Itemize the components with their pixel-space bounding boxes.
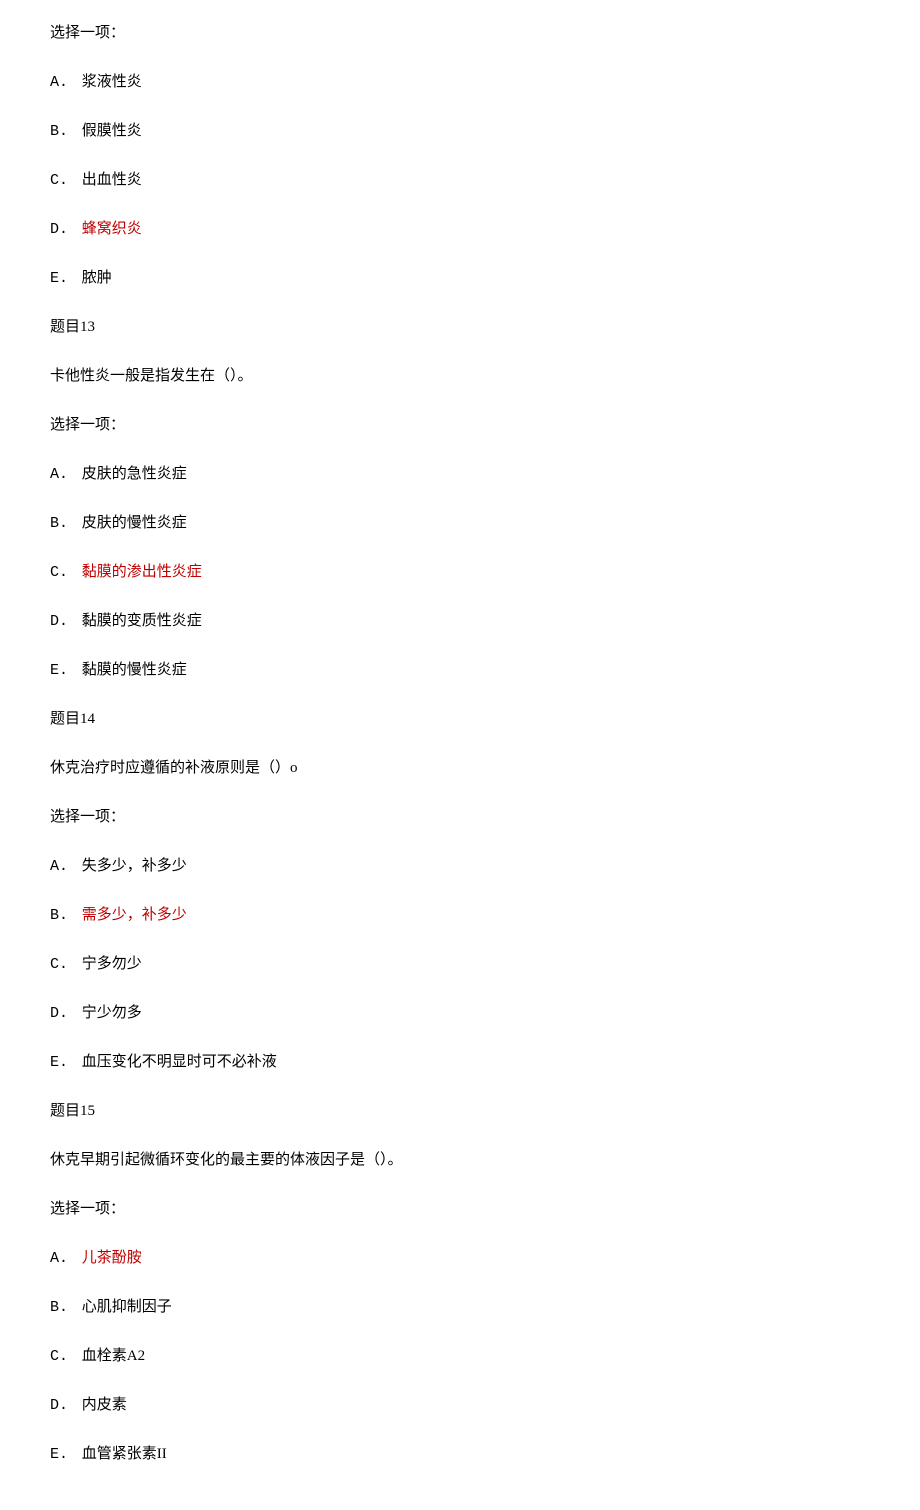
question-stem: 休克早期引起微循环变化的最主要的体液因子是（）。 — [50, 1147, 870, 1174]
option-letter: C. — [50, 951, 78, 978]
option-text: 内皮素 — [82, 1397, 127, 1413]
option-a: A. 儿茶酚胺 — [50, 1245, 870, 1272]
option-e: E. 脓肿 — [50, 265, 870, 292]
option-letter: E. — [50, 657, 78, 684]
option-letter: A. — [50, 1245, 78, 1272]
question-stem: 休克治疗时应遵循的补液原则是（）o — [50, 755, 870, 782]
question-title: 题目13 — [50, 314, 870, 341]
select-prompt: 选择一项： — [50, 804, 870, 831]
option-a: A. 浆液性炎 — [50, 69, 870, 96]
option-letter: E. — [50, 1049, 78, 1076]
question-title: 题目15 — [50, 1098, 870, 1125]
option-c: C. 宁多勿少 — [50, 951, 870, 978]
option-text: 血管紧张素II — [82, 1446, 167, 1462]
option-letter: B. — [50, 1294, 78, 1321]
option-b: B. 需多少，补多少 — [50, 902, 870, 929]
question-title: 题目14 — [50, 706, 870, 733]
option-text: 黏膜的慢性炎症 — [82, 662, 187, 678]
option-letter: C. — [50, 559, 78, 586]
option-d: D. 蜂窝织炎 — [50, 216, 870, 243]
option-d: D. 黏膜的变质性炎症 — [50, 608, 870, 635]
option-letter: D. — [50, 1000, 78, 1027]
option-text: 脓肿 — [82, 270, 112, 286]
option-letter: B. — [50, 118, 78, 145]
select-prompt: 选择一项： — [50, 20, 870, 47]
option-text: 宁少勿多 — [82, 1005, 142, 1021]
option-letter: A. — [50, 461, 78, 488]
option-text: 浆液性炎 — [82, 74, 142, 90]
option-letter: A. — [50, 853, 78, 880]
option-b: B. 心肌抑制因子 — [50, 1294, 870, 1321]
select-prompt: 选择一项： — [50, 412, 870, 439]
question-stem: 卡他性炎一般是指发生在（）。 — [50, 363, 870, 390]
option-letter: B. — [50, 510, 78, 537]
option-a: A. 失多少，补多少 — [50, 853, 870, 880]
option-text: 出血性炎 — [82, 172, 142, 188]
option-text: 失多少，补多少 — [82, 858, 187, 874]
option-e: E. 黏膜的慢性炎症 — [50, 657, 870, 684]
option-text: 宁多勿少 — [82, 956, 142, 972]
option-text-highlighted: 需多少，补多少 — [82, 907, 187, 923]
option-letter: D. — [50, 608, 78, 635]
option-letter: D. — [50, 216, 78, 243]
option-e: E. 血压变化不明显时可不必补液 — [50, 1049, 870, 1076]
option-b: B. 皮肤的慢性炎症 — [50, 510, 870, 537]
option-text: 心肌抑制因子 — [82, 1299, 172, 1315]
option-d: D. 宁少勿多 — [50, 1000, 870, 1027]
option-text-highlighted: 蜂窝织炎 — [82, 221, 142, 237]
option-a: A. 皮肤的急性炎症 — [50, 461, 870, 488]
option-text: 皮肤的慢性炎症 — [82, 515, 187, 531]
option-text-highlighted: 黏膜的渗出性炎症 — [82, 564, 202, 580]
option-d: D. 内皮素 — [50, 1392, 870, 1419]
option-b: B. 假膜性炎 — [50, 118, 870, 145]
option-text: 皮肤的急性炎症 — [82, 466, 187, 482]
option-letter: A. — [50, 69, 78, 96]
option-e: E. 血管紧张素II — [50, 1441, 870, 1468]
option-letter: E. — [50, 1441, 78, 1468]
option-text: 血压变化不明显时可不必补液 — [82, 1054, 277, 1070]
option-c: C. 血栓素A2 — [50, 1343, 870, 1370]
option-text: 血栓素A2 — [82, 1348, 145, 1364]
option-c: C. 出血性炎 — [50, 167, 870, 194]
option-letter: C. — [50, 1343, 78, 1370]
option-text-highlighted: 儿茶酚胺 — [82, 1250, 142, 1266]
option-letter: D. — [50, 1392, 78, 1419]
option-letter: B. — [50, 902, 78, 929]
option-letter: E. — [50, 265, 78, 292]
option-c: C. 黏膜的渗出性炎症 — [50, 559, 870, 586]
select-prompt: 选择一项： — [50, 1196, 870, 1223]
option-text: 假膜性炎 — [82, 123, 142, 139]
option-letter: C. — [50, 167, 78, 194]
option-text: 黏膜的变质性炎症 — [82, 613, 202, 629]
